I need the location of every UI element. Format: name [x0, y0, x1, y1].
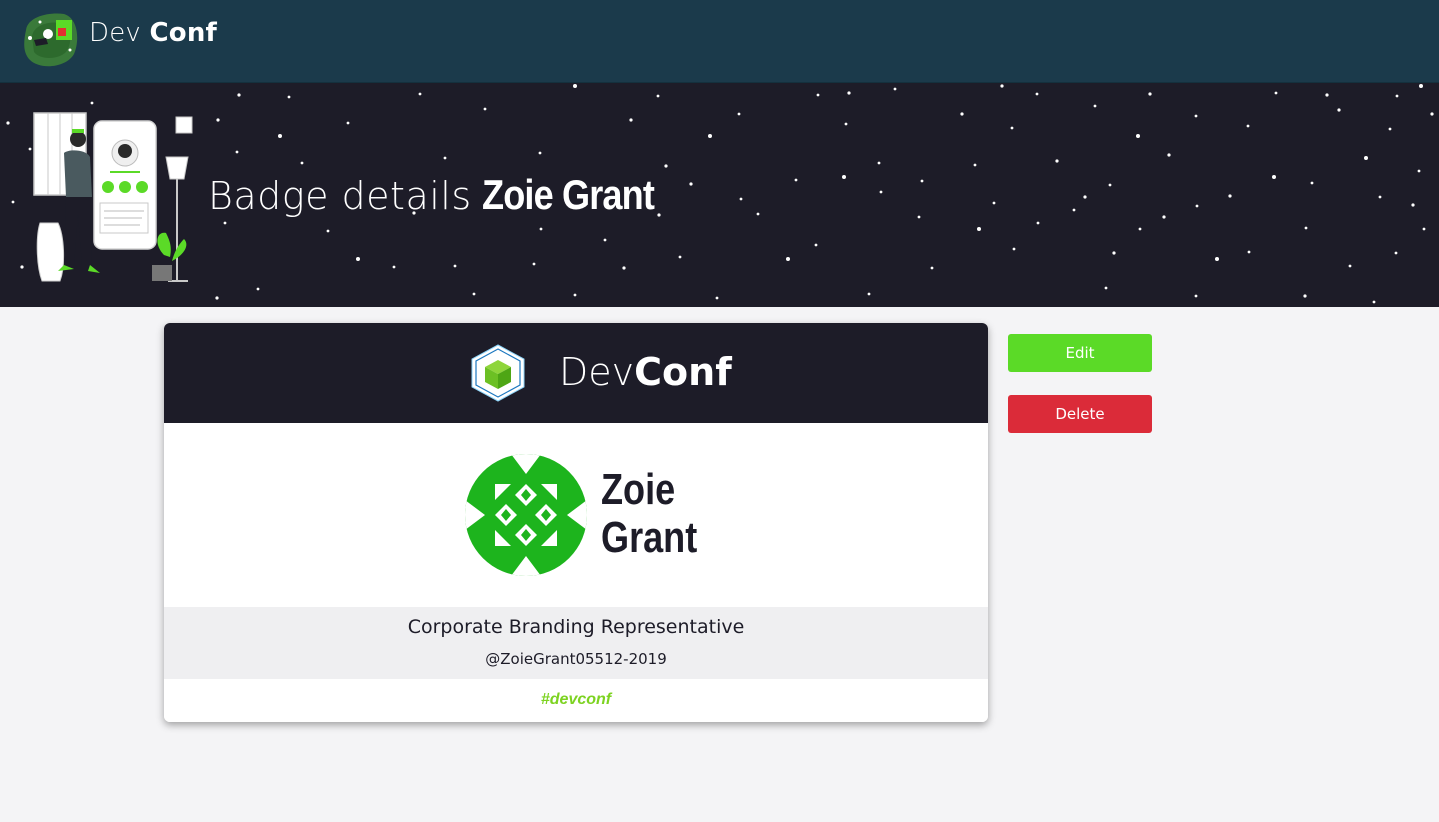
badge-card: DevConf Zoie Grant Corporate Branding Re… — [164, 323, 988, 722]
badge-hashtag: #devconf — [540, 691, 612, 708]
page-title-lead: Badge details — [208, 174, 472, 218]
nav-brand-bold: Conf — [149, 18, 218, 48]
hero-illustration — [24, 105, 196, 287]
badge-footer: #devconf — [164, 679, 988, 722]
devconf-logo-icon[interactable] — [20, 10, 80, 68]
badge-body: Zoie Grant — [164, 423, 988, 607]
badge-first-name: Zoie — [601, 465, 676, 514]
badge-last-name: Grant — [601, 513, 698, 562]
page-title: Badge details Zoie Grant — [208, 171, 682, 219]
identicon-avatar — [465, 454, 587, 576]
nav-brand-light: Dev — [89, 18, 142, 48]
devconf-cube-icon — [471, 344, 525, 402]
top-navbar: Dev Conf — [0, 0, 1439, 83]
badge-handle: @ZoieGrant05512-2019 — [485, 650, 667, 668]
badge-job-title: Corporate Branding Representative — [407, 616, 745, 638]
badge-header: DevConf — [164, 323, 988, 423]
badge-brand-light: Dev — [559, 350, 635, 394]
badge-info: Corporate Branding Representative @ZoieG… — [164, 607, 988, 679]
hero-banner: Badge details Zoie Grant — [0, 83, 1439, 307]
nav-brand-title[interactable]: Dev Conf — [89, 18, 217, 48]
delete-button[interactable]: Delete — [1008, 395, 1152, 433]
page-title-name: Zoie Grant — [482, 171, 655, 218]
badge-brand-bold: Conf — [634, 350, 732, 394]
edit-button[interactable]: Edit — [1008, 334, 1152, 372]
badge-brand-title: DevConf — [559, 350, 732, 394]
badge-name: Zoie Grant — [601, 466, 697, 562]
